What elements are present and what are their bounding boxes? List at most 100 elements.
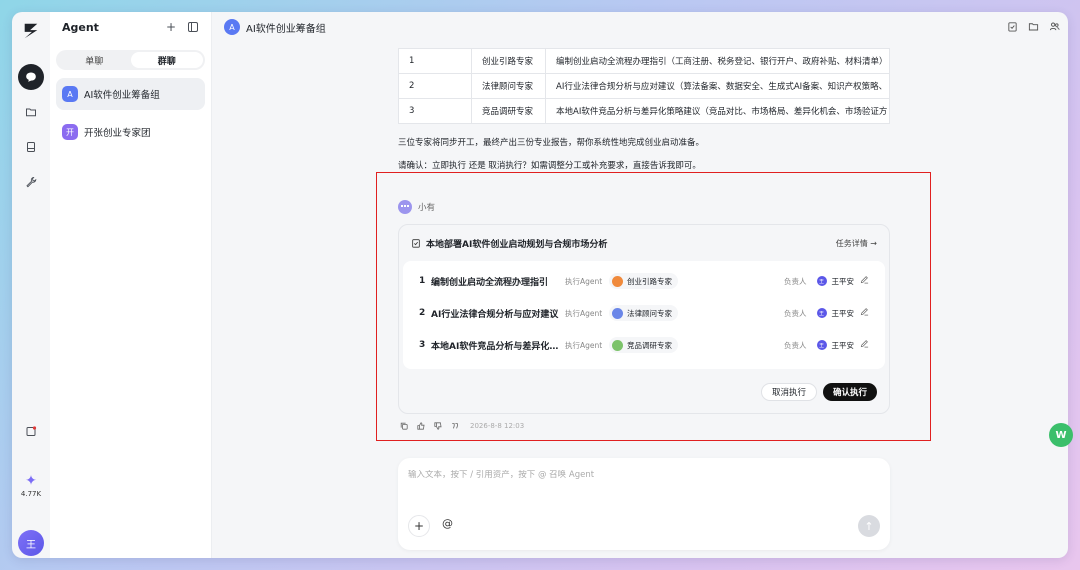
conversation-item-ai-startup[interactable]: A AI软件创业筹备组	[56, 78, 205, 110]
sparkle-icon: ✦	[25, 473, 37, 489]
credits-display[interactable]: ✦ 4.77K	[12, 474, 50, 498]
owner-label: 负责人	[784, 308, 807, 318]
task-clipboard-icon[interactable]	[1007, 21, 1018, 32]
members-icon[interactable]	[1049, 21, 1060, 32]
task-name: 本地AI软件竞品分析与差异化…	[431, 341, 559, 352]
task-row: 2 AI行业法律合规分析与应对建议 执行Agent 法律顾问专家 负责人 王 王…	[403, 297, 885, 329]
exec-agent-label: 执行Agent	[565, 276, 603, 286]
message-timestamp: 2026-8-8 12:03	[470, 422, 525, 430]
owner-name: 王平安	[831, 308, 855, 318]
table-cell-role: 竞品调研专家	[471, 98, 546, 124]
conversation-label: AI软件创业筹备组	[84, 90, 160, 101]
task-row: 1 编制创业启动全流程办理指引 执行Agent 创业引路专家 负责人 王 王平安	[403, 265, 885, 297]
owner-label: 负责人	[784, 276, 807, 286]
table-row: 3 竞品调研专家 本地AI软件竞品分析与差异化策略建议（竞品对比、市场格局、差异…	[397, 98, 890, 124]
table-cell-no: 2	[397, 73, 473, 99]
app-logo-icon	[24, 23, 38, 39]
thumbs-up-icon[interactable]	[417, 422, 425, 430]
conversation-avatar: A	[62, 86, 78, 102]
thumbs-down-icon[interactable]	[434, 422, 442, 430]
drive-nav-button[interactable]	[18, 134, 44, 160]
quote-icon[interactable]	[451, 422, 459, 430]
task-number: 1	[419, 276, 426, 286]
task-name: AI行业法律合规分析与应对建议	[431, 309, 559, 320]
chat-header: A AI软件创业筹备组	[212, 12, 1068, 42]
calendar-nav-button[interactable]	[18, 418, 44, 444]
new-chat-plus-icon[interactable]: +	[163, 19, 179, 35]
owner-avatar: 王	[816, 340, 827, 350]
cancel-execute-button[interactable]: 取消执行	[760, 383, 817, 401]
owner-avatar: 王	[816, 276, 827, 286]
task-detail-link[interactable]: 任务详情 →	[836, 238, 877, 249]
task-list: 1 编制创业启动全流程办理指引 执行Agent 创业引路专家 负责人 王 王平安	[403, 261, 885, 369]
folder-nav-button[interactable]	[18, 99, 44, 125]
chat-nav-button[interactable]	[18, 64, 44, 90]
exec-agent-label: 执行Agent	[565, 308, 603, 318]
table-cell-no: 3	[397, 98, 473, 124]
message-input[interactable]	[408, 470, 878, 480]
table-row: 2 法律顾问专家 AI行业法律合规分析与应对建议（算法备案、数据安全、生成式AI…	[397, 73, 890, 99]
group-avatar: A	[224, 19, 240, 35]
user-avatar[interactable]: 王	[18, 530, 44, 556]
app-window: ✦ 4.77K 王 Agent + 单聊 群聊 A AI软件创业筹备组 开 开张…	[12, 12, 1068, 558]
agent-chip[interactable]: 法律顾问专家	[609, 305, 678, 321]
bot-avatar-icon	[398, 200, 412, 214]
chat-type-toggle: 单聊 群聊	[56, 50, 205, 70]
copy-icon[interactable]	[400, 422, 408, 430]
agent-name: 竞品调研专家	[627, 340, 672, 350]
message-composer: + @ ↑	[398, 458, 890, 550]
table-cell-desc: 编制创业启动全流程办理指引（工商注册、税务登记、银行开户、政府补贴、材料清单）	[545, 48, 890, 74]
calendar-alert-icon	[26, 426, 37, 436]
chat-bubble-icon	[26, 72, 36, 82]
edit-pencil-icon[interactable]	[860, 339, 869, 351]
agent-avatar-icon	[612, 307, 623, 319]
table-row: 1 创业引路专家 编制创业启动全流程办理指引（工商注册、税务登记、银行开户、政府…	[397, 48, 890, 74]
attach-plus-button[interactable]: +	[408, 515, 430, 537]
folder-icon[interactable]	[1028, 21, 1039, 32]
expert-assignment-table: 1 创业引路专家 编制创业启动全流程办理指引（工商注册、税务登记、银行开户、政府…	[397, 48, 890, 124]
sidebar-title: Agent	[62, 20, 99, 34]
agent-chip[interactable]: 竞品调研专家	[609, 337, 678, 353]
table-cell-desc: 本地AI软件竞品分析与差异化策略建议（竞品对比、市场格局、差异化机会、市场验证方	[545, 98, 890, 124]
conversation-item-expert-team[interactable]: 开 开张创业专家团	[56, 116, 205, 148]
agent-avatar-icon	[612, 275, 623, 287]
table-cell-desc: AI行业法律合规分析与应对建议（算法备案、数据安全、生成式AI备案、知识产权策略…	[545, 73, 890, 99]
task-clipboard-icon	[412, 239, 420, 248]
agent-avatar-icon	[612, 339, 623, 351]
task-row: 3 本地AI软件竞品分析与差异化… 执行Agent 竞品调研专家 负责人 王 王…	[403, 329, 885, 361]
message-actions: 2026-8-8 12:03	[400, 422, 524, 430]
table-cell-no: 1	[397, 48, 473, 74]
icon-rail: ✦ 4.77K 王	[12, 12, 50, 558]
owner-name: 王平安	[831, 276, 855, 286]
owner-avatar: 王	[816, 308, 827, 318]
mention-at-button[interactable]: @	[442, 517, 453, 530]
owner-name: 王平安	[831, 340, 855, 350]
conversation-label: 开张创业专家团	[84, 128, 151, 139]
conversation-sidebar: Agent + 单聊 群聊 A AI软件创业筹备组 开 开张创业专家团	[50, 12, 212, 558]
task-number: 2	[419, 308, 426, 318]
task-name: 编制创业启动全流程办理指引	[431, 277, 549, 288]
owner-label: 负责人	[784, 340, 807, 350]
exec-agent-label: 执行Agent	[565, 340, 603, 350]
table-cell-role: 法律顾问专家	[471, 73, 546, 99]
folder-icon	[26, 108, 36, 117]
message-paragraph: 三位专家将同步开工，最终产出三份专业报告，帮你系统性地完成创业启动准备。	[398, 138, 705, 148]
tools-nav-button[interactable]	[18, 169, 44, 195]
agent-name: 法律顾问专家	[627, 308, 672, 318]
tab-group-chat[interactable]: 群聊	[130, 52, 203, 68]
task-plan-card: 本地部署AI软件创业启动规划与合规市场分析 任务详情 → 1 编制创业启动全流程…	[398, 224, 890, 414]
collapse-sidebar-icon[interactable]	[185, 19, 201, 35]
tab-single-chat[interactable]: 单聊	[58, 52, 131, 68]
credits-count: 4.77K	[20, 490, 42, 498]
task-number: 3	[419, 340, 426, 350]
floating-assistant-badge[interactable]: W	[1049, 423, 1073, 447]
agent-message-header: 小有	[398, 200, 435, 214]
table-cell-role: 创业引路专家	[471, 48, 546, 74]
send-arrow-icon[interactable]: ↑	[858, 515, 880, 537]
edit-pencil-icon[interactable]	[860, 307, 869, 319]
agent-chip[interactable]: 创业引路专家	[609, 273, 678, 289]
chat-title: AI软件创业筹备组	[246, 23, 326, 35]
chat-main: A AI软件创业筹备组 1 创业引路专家 编制创业启动全流程办理指引（工商注册、…	[212, 12, 1068, 558]
edit-pencil-icon[interactable]	[860, 275, 869, 287]
confirm-execute-button[interactable]: 确认执行	[822, 383, 877, 401]
